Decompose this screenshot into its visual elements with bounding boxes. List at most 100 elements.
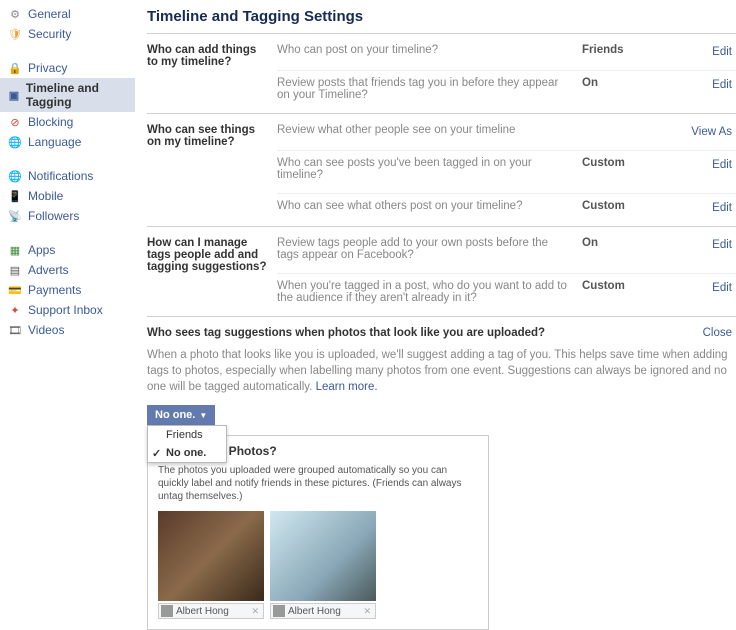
learn-more-link[interactable]: Learn more.	[316, 381, 378, 393]
sidebar-item-label: Mobile	[28, 189, 63, 203]
photo-item: Albert Hong✕	[270, 511, 376, 619]
sidebar-item-language[interactable]: 🌐 Language	[0, 132, 135, 152]
sidebar-item-notifications[interactable]: 🌐 Notifications	[0, 166, 135, 186]
remove-tag-icon[interactable]: ✕	[249, 606, 261, 617]
blocking-icon: ⊘	[8, 115, 22, 129]
settings-section: Who can add things to my timeline?Who ca…	[147, 33, 736, 113]
sidebar-item-label: Payments	[28, 283, 81, 297]
sidebar-item-label: Support Inbox	[28, 303, 103, 317]
setting-question: When you're tagged in a post, who do you…	[277, 280, 582, 304]
timeline-and-tagging-icon: ▣	[8, 88, 20, 102]
sidebar-item-label: Blocking	[28, 115, 73, 129]
section-heading: Who can add things to my timeline?	[147, 44, 277, 113]
edit-link[interactable]: Edit	[712, 202, 732, 214]
setting-value: Custom	[582, 200, 672, 212]
sidebar-item-timeline-and-tagging[interactable]: ▣ Timeline and Tagging	[0, 78, 135, 112]
sidebar-item-label: General	[28, 7, 71, 21]
edit-link[interactable]: Edit	[712, 46, 732, 58]
remove-tag-icon[interactable]: ✕	[361, 606, 373, 617]
audience-dropdown-button[interactable]: No one.▼	[147, 405, 215, 425]
apps-icon: ▦	[8, 243, 22, 257]
adverts-icon: ▤	[8, 263, 22, 277]
settings-section: How can I manage tags people add and tag…	[147, 226, 736, 316]
section-heading: How can I manage tags people add and tag…	[147, 237, 277, 316]
expanded-setting: Who sees tag suggestions when photos tha…	[147, 316, 736, 630]
sidebar-item-apps[interactable]: ▦ Apps	[0, 240, 135, 260]
sidebar-item-label: Followers	[28, 209, 79, 223]
setting-row: Who can see what others post on your tim…	[277, 193, 736, 226]
sidebar-item-support-inbox[interactable]: ✦ Support Inbox	[0, 300, 135, 320]
setting-question: Who can post on your timeline?	[277, 44, 582, 56]
support-inbox-icon: ✦	[8, 303, 22, 317]
videos-icon: 🎞	[8, 323, 22, 337]
expanded-description: When a photo that looks like you is uplo…	[147, 347, 732, 395]
tag-avatar-icon	[273, 605, 285, 617]
setting-row: Review tags people add to your own posts…	[277, 237, 736, 273]
setting-row: Review what other people see on your tim…	[277, 124, 736, 150]
tag-avatar-icon	[161, 605, 173, 617]
sidebar-item-label: Apps	[28, 243, 55, 257]
page-title: Timeline and Tagging Settings	[147, 8, 736, 33]
mobile-icon: 📱	[8, 189, 22, 203]
sidebar-item-label: Notifications	[28, 169, 93, 183]
sidebar-item-label: Timeline and Tagging	[26, 81, 129, 109]
setting-question: Who can see what others post on your tim…	[277, 200, 582, 212]
sidebar-item-label: Privacy	[28, 61, 67, 75]
sidebar-item-label: Adverts	[28, 263, 69, 277]
setting-row: Review posts that friends tag you in bef…	[277, 70, 736, 113]
sidebar-item-label: Language	[28, 135, 81, 149]
setting-question: Review posts that friends tag you in bef…	[277, 77, 582, 101]
setting-value: Custom	[582, 157, 672, 169]
audience-dropdown-menu: FriendsNo one.	[147, 425, 227, 463]
sidebar-item-security[interactable]: 🛡 Security	[0, 24, 135, 44]
payments-icon: 💳	[8, 283, 22, 297]
edit-link[interactable]: Edit	[712, 239, 732, 251]
setting-question: Review what other people see on your tim…	[277, 124, 582, 136]
section-heading: Who can see things on my timeline?	[147, 124, 277, 226]
sidebar-item-followers[interactable]: 📡 Followers	[0, 206, 135, 226]
preview-subtext: The photos you uploaded were grouped aut…	[158, 464, 478, 503]
dropdown-option[interactable]: No one.	[148, 444, 226, 462]
sidebar-item-privacy[interactable]: 🔒 Privacy	[0, 58, 135, 78]
preview-heading: hese Photos?	[198, 444, 478, 458]
setting-value: Custom	[582, 280, 672, 292]
photo-item: Albert Hong✕	[158, 511, 264, 619]
photo-thumbnail[interactable]	[270, 511, 376, 601]
language-icon: 🌐	[8, 135, 22, 149]
setting-row: When you're tagged in a post, who do you…	[277, 273, 736, 316]
setting-value: On	[582, 77, 672, 89]
tag-name[interactable]: Albert Hong	[176, 606, 249, 617]
setting-row: Who can see posts you've been tagged in …	[277, 150, 736, 193]
close-link[interactable]: Close	[703, 327, 732, 339]
setting-question: Who can see posts you've been tagged in …	[277, 157, 582, 181]
sidebar-item-payments[interactable]: 💳 Payments	[0, 280, 135, 300]
sidebar-item-adverts[interactable]: ▤ Adverts	[0, 260, 135, 280]
expanded-title: Who sees tag suggestions when photos tha…	[147, 327, 545, 339]
sidebar-item-label: Security	[28, 27, 71, 41]
main-content: Timeline and Tagging Settings Who can ad…	[135, 0, 736, 630]
notifications-icon: 🌐	[8, 169, 22, 183]
setting-value: Friends	[582, 44, 672, 56]
sidebar-item-blocking[interactable]: ⊘ Blocking	[0, 112, 135, 132]
privacy-icon: 🔒	[8, 61, 22, 75]
chevron-down-icon: ▼	[199, 411, 207, 420]
edit-link[interactable]: Edit	[712, 159, 732, 171]
photo-thumbnail[interactable]	[158, 511, 264, 601]
edit-link[interactable]: Edit	[712, 282, 732, 294]
setting-question: Review tags people add to your own posts…	[277, 237, 582, 261]
settings-section: Who can see things on my timeline?Review…	[147, 113, 736, 226]
security-icon: 🛡	[8, 27, 22, 41]
setting-value: On	[582, 237, 672, 249]
settings-sidebar: ⚙General 🛡 Security 🔒 Privacy ▣ Timeline and T…	[0, 0, 135, 630]
tag-input-row: Albert Hong✕	[270, 603, 376, 619]
sidebar-item-general[interactable]: ⚙General	[0, 4, 135, 24]
sidebar-item-mobile[interactable]: 📱 Mobile	[0, 186, 135, 206]
tag-preview-panel: hese Photos? The photos you uploaded wer…	[147, 435, 489, 630]
view-as-link[interactable]: View As	[691, 126, 732, 138]
sidebar-item-videos[interactable]: 🎞Videos	[0, 320, 135, 340]
followers-icon: 📡	[8, 209, 22, 223]
setting-row: Who can post on your timeline?Friends Edi…	[277, 44, 736, 70]
edit-link[interactable]: Edit	[712, 79, 732, 91]
tag-name[interactable]: Albert Hong	[288, 606, 361, 617]
dropdown-option[interactable]: Friends	[148, 426, 226, 444]
